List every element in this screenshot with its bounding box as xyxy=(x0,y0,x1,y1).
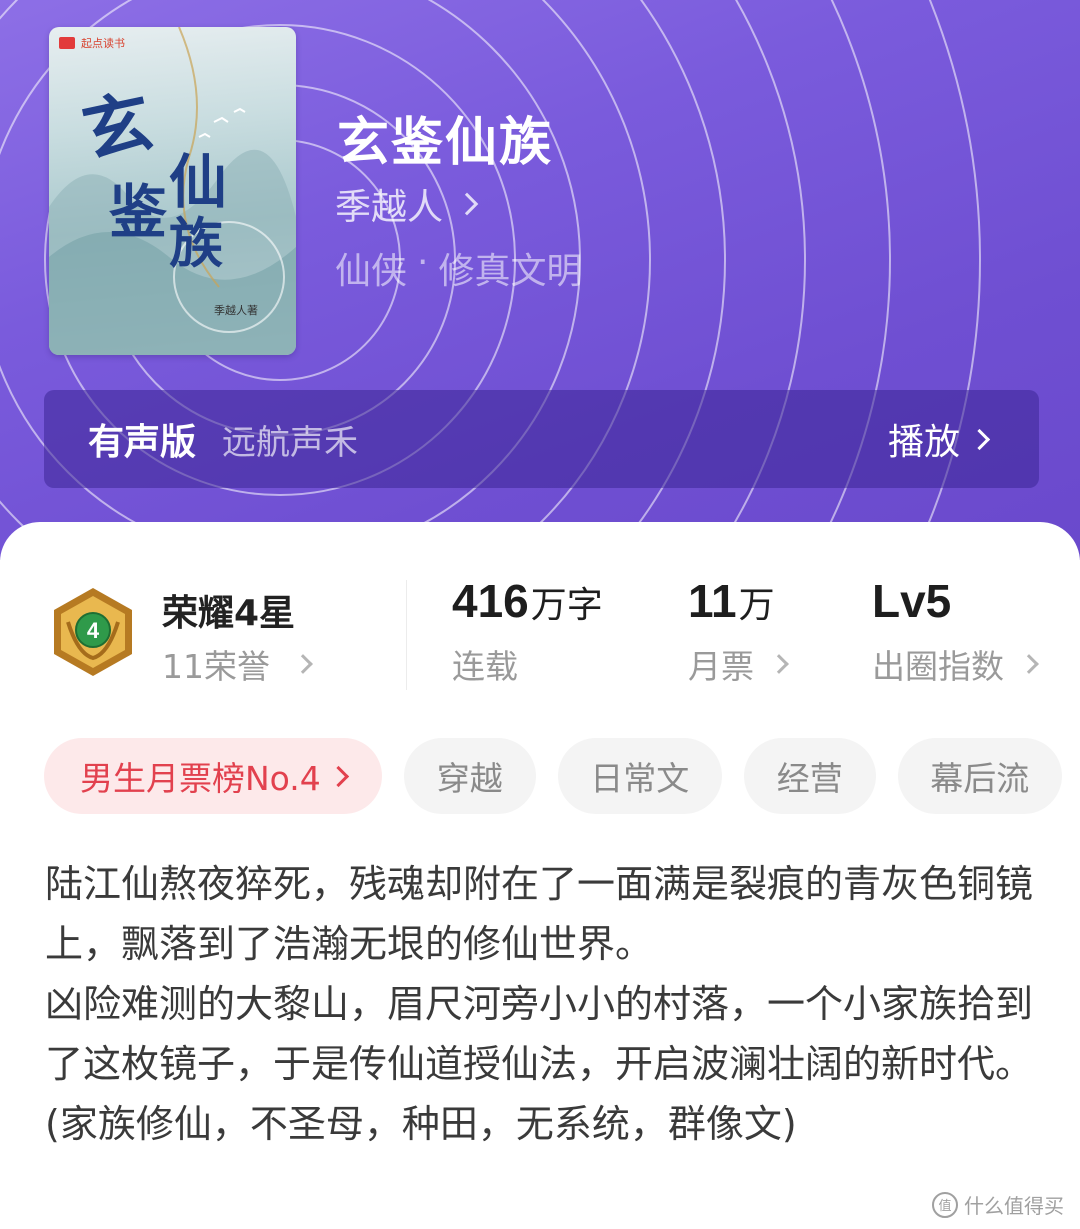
monthly-votes-unit: 万 xyxy=(738,584,775,625)
subgenre[interactable]: 修真文明 xyxy=(438,242,582,294)
tag-chip[interactable]: 经营 xyxy=(743,738,876,814)
stats-divider xyxy=(406,580,407,690)
play-label: 播放 xyxy=(887,422,960,463)
tag-chip[interactable]: 穿越 xyxy=(403,738,536,814)
book-info-card: 4 荣耀4星 11荣誉 416 万字 连载 11 万 月票 Lv5 出圈指数 男… xyxy=(0,522,1080,1229)
honor-title: 荣耀4星 xyxy=(162,593,296,634)
chevron-right-icon xyxy=(327,765,349,787)
book-title: 玄鉴仙族 xyxy=(337,113,554,173)
watermark-text: 什么值得买 xyxy=(964,1194,1064,1218)
tag-row: 男生月票榜No.4 穿越 日常文 经营 幕后流 xyxy=(44,738,1062,814)
description-paragraph: 凶险难测的大黎山，眉尺河旁小小的村落，一个小家族拾到了这枚镜子，于是传仙道授仙法… xyxy=(45,982,1034,1086)
tag-chip[interactable]: 幕后流 xyxy=(897,738,1062,814)
honor-count-link[interactable]: 11荣誉 xyxy=(162,640,313,688)
svg-text:族: 族 xyxy=(169,211,223,275)
word-count-value: 416 xyxy=(452,575,529,627)
book-header: 起点读书 玄 鉴 仙 族 季越人著 玄鉴仙族 季越人 仙侠 · 修真文明 有声版… xyxy=(0,0,1080,560)
author-link[interactable]: 季越人 xyxy=(335,178,479,230)
chevron-right-icon xyxy=(455,192,479,216)
popularity-level: Lv5 xyxy=(872,575,952,627)
ranking-label: 男生月票榜No.4 xyxy=(80,759,321,798)
chevron-right-icon xyxy=(293,654,313,674)
monthly-votes-stat[interactable]: 11 万 月票 xyxy=(688,574,789,688)
cover-art: 起点读书 玄 鉴 仙 族 季越人著 xyxy=(49,27,296,355)
genre[interactable]: 仙侠 xyxy=(335,242,407,294)
audio-version-bar[interactable]: 有声版 远航声禾 播放 xyxy=(44,390,1039,488)
description-paragraph: 陆江仙熬夜猝死，残魂却附在了一面满是裂痕的青灰色铜镜上，飘落到了浩瀚无垠的修仙世… xyxy=(45,862,1034,966)
ranking-tag[interactable]: 男生月票榜No.4 xyxy=(44,738,382,814)
monthly-votes-label: 月票 xyxy=(688,647,754,686)
monthly-votes-value: 11 xyxy=(688,575,737,627)
honor-count: 11荣誉 xyxy=(162,647,270,686)
popularity-index-stat[interactable]: Lv5 出圈指数 xyxy=(872,574,1039,688)
chevron-right-icon xyxy=(1019,654,1039,674)
book-cover[interactable]: 起点读书 玄 鉴 仙 族 季越人著 xyxy=(49,27,296,355)
svg-text:玄: 玄 xyxy=(76,81,159,173)
audio-version-label: 有声版 xyxy=(88,422,197,463)
tag-chip[interactable]: 日常文 xyxy=(557,738,722,814)
word-count-stat: 416 万字 连载 xyxy=(452,574,603,688)
chevron-right-icon xyxy=(968,428,991,450)
word-count-unit: 万字 xyxy=(530,584,603,625)
cover-author-mark: 季越人著 xyxy=(214,303,258,317)
play-button[interactable]: 播放 xyxy=(887,413,991,465)
serial-status: 连载 xyxy=(452,647,518,686)
description-paragraph: (家族修仙，不圣母，种田，无系统，群像文) xyxy=(45,1102,797,1146)
stats-row: 4 荣耀4星 11荣誉 416 万字 连载 11 万 月票 Lv5 出圈指数 xyxy=(0,522,1080,722)
author-name: 季越人 xyxy=(335,187,444,228)
genre-line: 仙侠 · 修真文明 xyxy=(335,242,582,294)
chevron-right-icon xyxy=(769,654,789,674)
honor-badge-icon[interactable]: 4 xyxy=(48,584,138,680)
svg-text:鉴: 鉴 xyxy=(109,178,168,246)
genre-separator: · xyxy=(417,242,429,283)
narrator-name: 远航声禾 xyxy=(222,422,359,463)
popularity-index-label: 出圈指数 xyxy=(872,647,1004,686)
svg-text:仙: 仙 xyxy=(169,148,227,216)
watermark-logo-icon: 值 xyxy=(932,1191,958,1218)
badge-level: 4 xyxy=(87,618,100,643)
book-description: 陆江仙熬夜猝死，残魂却附在了一面满是裂痕的青灰色铜镜上，飘落到了浩瀚无垠的修仙世… xyxy=(45,854,1045,1154)
cover-publisher: 起点读书 xyxy=(81,36,125,50)
watermark: 值 什么值得买 xyxy=(932,1190,1064,1219)
